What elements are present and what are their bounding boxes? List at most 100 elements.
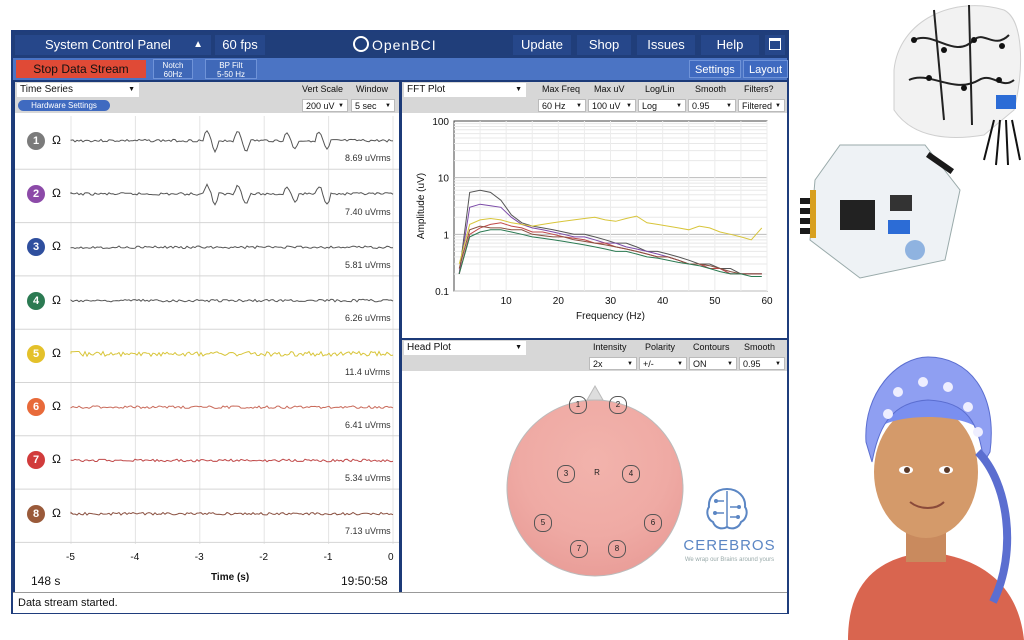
log-lin-dropdown[interactable]: Log ▼ <box>638 99 686 112</box>
time-series-header: Time Series ▼ Vert Scale Window <box>15 82 399 98</box>
openbci-logo-icon <box>353 36 369 52</box>
x-tick-label: 20 <box>553 296 565 307</box>
window-toggle-button[interactable] <box>765 35 785 55</box>
fft-panel: FFT Plot ▼ Max Freq Max uV Log/Lin Smooth… <box>402 82 787 338</box>
cerebros-tagline: We wrap our Brains around yours <box>684 557 775 563</box>
x-axis-label: Frequency (Hz) <box>576 311 645 322</box>
bandpass-label: BP Filt <box>219 61 243 70</box>
impedance-check-icon[interactable]: Ω <box>52 293 61 307</box>
x-tick-label: 60 <box>761 296 773 307</box>
head-smooth-value: 0.95 <box>743 359 761 369</box>
fft-header: FFT Plot ▼ Max Freq Max uV Log/Lin Smooth… <box>402 82 787 98</box>
caret-down-icon: ▼ <box>128 86 135 93</box>
widget-title: FFT Plot <box>407 84 446 95</box>
settings-button[interactable]: Settings <box>689 60 741 78</box>
contours-dropdown[interactable]: ON ▼ <box>689 357 737 370</box>
max-uv-dropdown[interactable]: 100 uV ▼ <box>588 99 636 112</box>
channel-rms-value: 7.40 uVrms <box>345 206 391 217</box>
window-icon <box>769 38 781 50</box>
status-message: Data stream started. <box>18 597 118 609</box>
time-series-panel: Time Series ▼ Vert Scale Window Hardware … <box>15 82 399 592</box>
impedance-check-icon[interactable]: Ω <box>52 133 61 147</box>
notch-label: Notch <box>162 61 184 70</box>
filters-value: Filtered <box>742 101 773 111</box>
update-button[interactable]: Update <box>513 35 571 55</box>
y-tick-label: 10 <box>438 174 450 185</box>
smooth-label: Smooth <box>695 84 727 94</box>
clock-time: 19:50:58 <box>341 574 388 588</box>
electrode-marker: 8 <box>608 540 626 558</box>
head-smooth-dropdown[interactable]: 0.95 ▼ <box>739 357 785 370</box>
y-tick-label: 1 <box>443 230 449 241</box>
filters-dropdown[interactable]: Filtered ▼ <box>738 99 785 112</box>
stop-data-stream-button[interactable]: Stop Data Stream <box>16 60 146 78</box>
max-freq-label: Max Freq <box>542 84 581 94</box>
shop-button[interactable]: Shop <box>577 35 631 55</box>
notch-filter-button[interactable]: Notch 60Hz <box>153 59 193 79</box>
system-control-panel-label: System Control Panel <box>45 37 171 52</box>
time-tick-label: -3 <box>194 552 204 563</box>
intensity-value: 2x <box>593 359 603 369</box>
caret-down-icon: ▼ <box>385 103 391 109</box>
head-plot-header: Head Plot ▼ Intensity Polarity Contours S… <box>402 340 787 356</box>
impedance-check-icon[interactable]: Ω <box>52 506 61 520</box>
contours-value: ON <box>693 359 707 369</box>
caret-down-icon: ▼ <box>515 86 522 93</box>
max-freq-dropdown[interactable]: 60 Hz ▼ <box>538 99 586 112</box>
widget-selector-head-plot[interactable]: Head Plot ▼ <box>404 341 526 355</box>
openbci-gui-window: System Control Panel ▲ 60 fps OpenBCI Up… <box>11 30 789 614</box>
top-menu-bar: System Control Panel ▲ 60 fps OpenBCI Up… <box>13 32 787 58</box>
impedance-check-icon[interactable]: Ω <box>52 186 61 200</box>
y-tick-label: 100 <box>432 117 449 128</box>
bandpass-filter-button[interactable]: BP Filt 5-50 Hz <box>205 59 257 79</box>
notch-value: 60Hz <box>163 70 183 79</box>
caret-down-icon: ▼ <box>627 361 633 367</box>
channel-toggle-button[interactable]: 4 <box>27 291 45 310</box>
channel-rms-value: 5.34 uVrms <box>345 473 391 484</box>
channel-toggle-button[interactable]: 8 <box>27 504 45 523</box>
channel-toggle-button[interactable]: 5 <box>27 344 45 363</box>
electrode-marker: 2 <box>609 396 627 414</box>
time-axis-label: Time (s) <box>211 572 250 583</box>
x-tick-label: 30 <box>605 296 617 307</box>
hardware-settings-button[interactable]: Hardware Settings <box>18 100 110 111</box>
channel-toggle-button[interactable]: 1 <box>27 131 45 150</box>
layout-button[interactable]: Layout <box>743 60 789 78</box>
widget-selector-fft[interactable]: FFT Plot ▼ <box>404 83 526 97</box>
help-button[interactable]: Help <box>701 35 759 55</box>
impedance-check-icon[interactable]: Ω <box>52 239 61 253</box>
impedance-check-icon[interactable]: Ω <box>52 452 61 466</box>
channel-toggle-button[interactable]: 6 <box>27 398 45 417</box>
channel-toggle-button[interactable]: 3 <box>27 238 45 257</box>
caret-down-icon: ▼ <box>676 103 682 109</box>
channel-toggle-button[interactable]: 2 <box>27 184 45 203</box>
window-dropdown[interactable]: 5 sec ▼ <box>351 99 395 112</box>
electrode-marker: 1 <box>569 396 587 414</box>
brain-circuit-icon <box>706 487 748 530</box>
channel-rms-value: 6.26 uVrms <box>345 313 391 324</box>
impedance-check-icon[interactable]: Ω <box>52 346 61 360</box>
system-control-panel-button[interactable]: System Control Panel ▲ <box>15 35 211 55</box>
polarity-dropdown[interactable]: +/- ▼ <box>639 357 687 370</box>
widget-title: Time Series <box>20 84 73 95</box>
channel-toggle-button[interactable]: 7 <box>27 451 45 470</box>
issues-button[interactable]: Issues <box>637 35 695 55</box>
electrode-marker: 5 <box>534 514 552 532</box>
widget-selector-time-series[interactable]: Time Series ▼ <box>17 83 139 97</box>
caret-up-icon: ▲ <box>193 39 203 50</box>
status-bar: Data stream started. <box>13 592 787 613</box>
smooth-dropdown[interactable]: 0.95 ▼ <box>688 99 736 112</box>
time-tick-label: -2 <box>259 552 269 563</box>
impedance-check-icon[interactable]: Ω <box>52 399 61 413</box>
contours-label: Contours <box>693 342 730 352</box>
vert-scale-dropdown[interactable]: 200 uV ▼ <box>302 99 348 112</box>
window-value: 5 sec <box>355 101 377 111</box>
smooth-label: Smooth <box>744 342 776 352</box>
fps-selector[interactable]: 60 fps <box>215 35 265 55</box>
intensity-label: Intensity <box>593 342 627 352</box>
caret-down-icon: ▼ <box>775 103 781 109</box>
intensity-dropdown[interactable]: 2x ▼ <box>589 357 637 370</box>
time-tick-label: 0 <box>388 552 394 563</box>
elapsed-time: 148 s <box>31 574 61 588</box>
reference-electrode: R <box>594 468 600 477</box>
